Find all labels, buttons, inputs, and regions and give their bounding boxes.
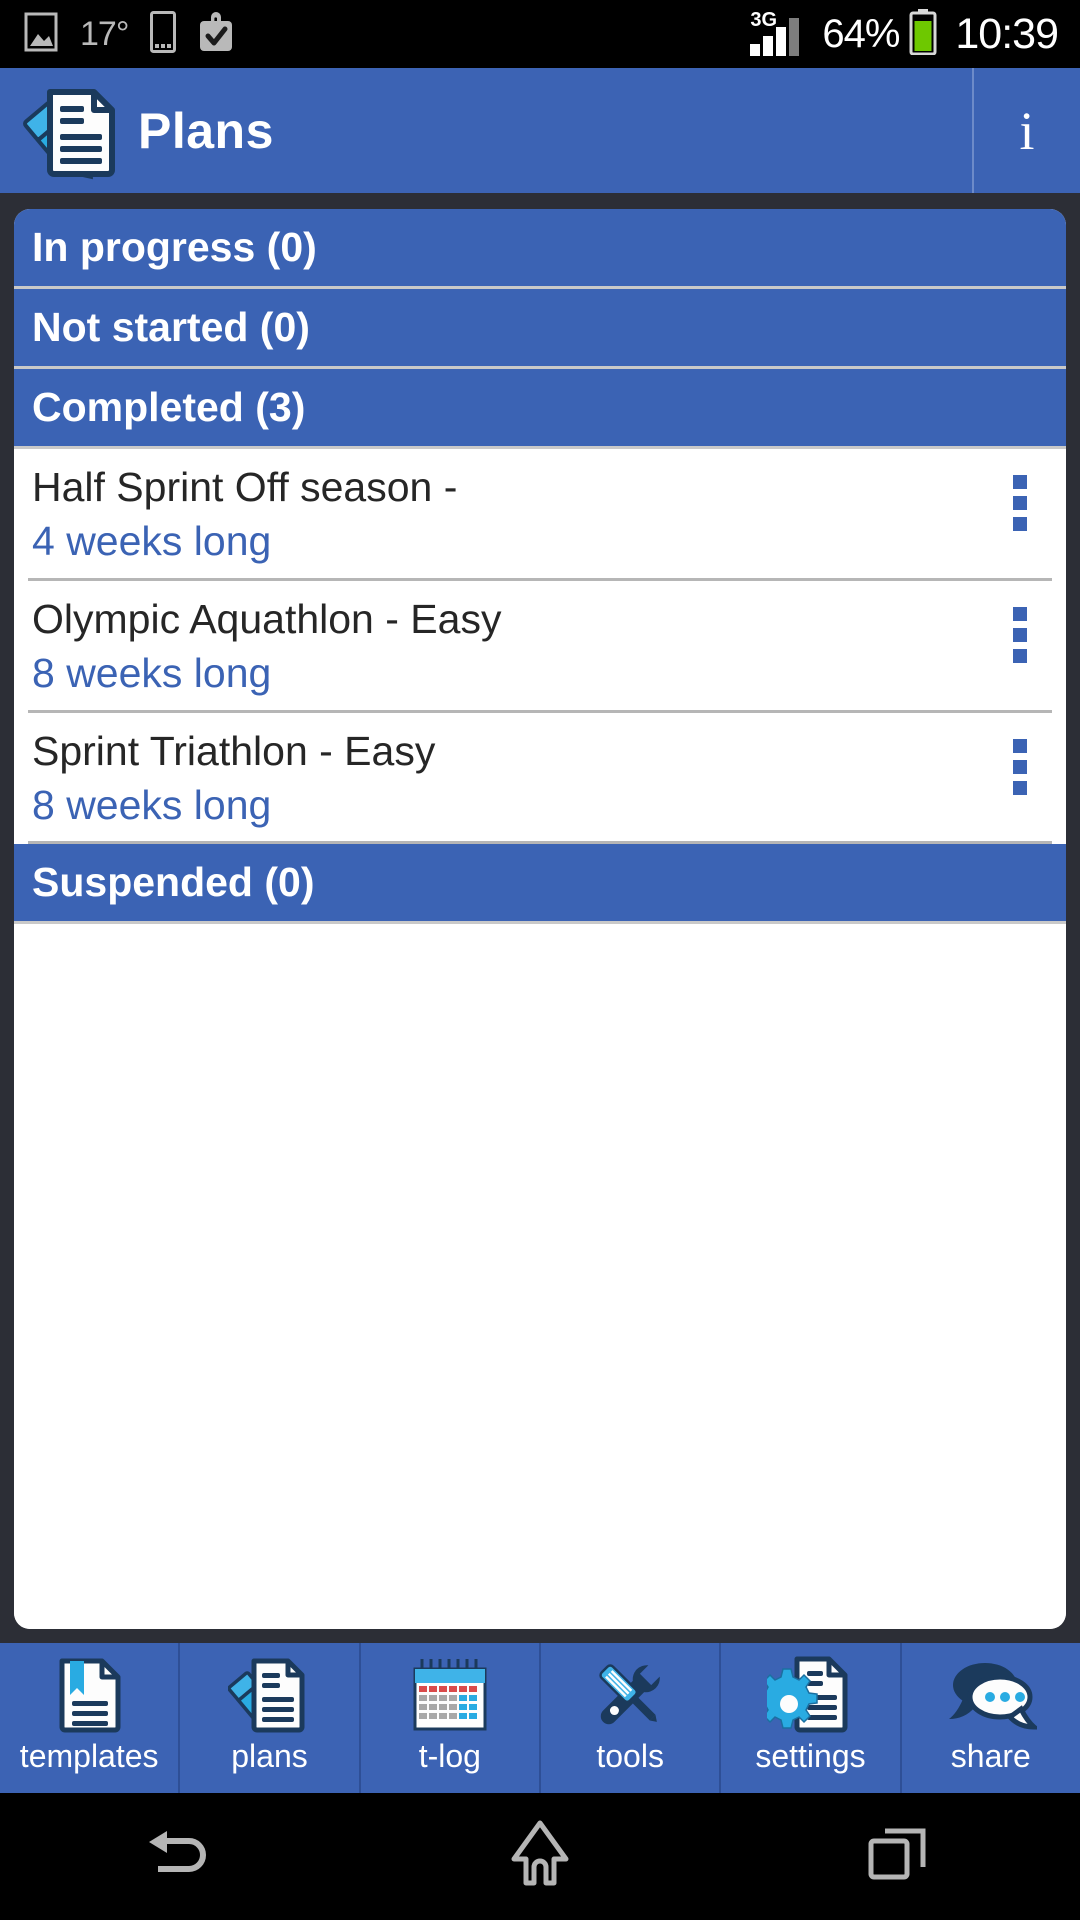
back-arrow-icon — [141, 1823, 219, 1890]
android-navigation-bar — [0, 1793, 1080, 1920]
plans-card: In progress (0) Not started (0) Complete… — [14, 209, 1066, 1629]
battery-percent-label: 64% — [822, 12, 900, 56]
section-header-suspended[interactable]: Suspended (0) — [14, 844, 1066, 925]
wrench-screwdriver-icon — [541, 1652, 719, 1738]
tab-label: templates — [19, 1738, 159, 1774]
three-dots-vertical-icon[interactable] — [988, 595, 1052, 665]
section-header-completed[interactable]: Completed (3) — [14, 369, 1066, 449]
plan-list-item[interactable]: Olympic Aquathlon - Easy 8 weeks long — [28, 581, 1052, 713]
plan-list-item[interactable]: Sprint Triathlon - Easy 8 weeks long — [28, 713, 1052, 845]
plan-duration: 8 weeks long — [32, 650, 272, 697]
plan-list-item[interactable]: Half Sprint Off season - 4 weeks long — [28, 449, 1052, 581]
app-header-title-group: Plans — [0, 68, 972, 193]
plan-duration: 8 weeks long — [32, 781, 272, 828]
recents-icon — [865, 1823, 935, 1890]
back-button[interactable] — [90, 1793, 270, 1920]
plan-title: Olympic Aquathlon - Easy — [32, 595, 502, 642]
tab-templates[interactable]: templates — [0, 1643, 181, 1793]
plan-title: Sprint Triathlon - Easy — [32, 727, 436, 774]
info-button[interactable]: i — [972, 68, 1080, 193]
tab-tools[interactable]: tools — [541, 1643, 722, 1793]
tab-label: t-log — [418, 1738, 481, 1774]
section-header-not-started[interactable]: Not started (0) — [14, 289, 1066, 369]
plans-document-pencil-icon — [16, 76, 120, 185]
tab-label: settings — [755, 1738, 866, 1774]
tab-plans[interactable]: plans — [180, 1643, 361, 1793]
page-title: Plans — [138, 102, 274, 159]
status-bar-right-icons: 3G 64% 10:39 — [750, 8, 1059, 60]
plan-item-text-group: Sprint Triathlon - Easy 8 weeks long — [28, 727, 988, 830]
document-bookmark-icon — [0, 1652, 178, 1738]
recents-button[interactable] — [810, 1793, 990, 1920]
sim-card-icon — [150, 10, 177, 58]
temperature-indicator: 17° — [80, 15, 129, 53]
tab-share[interactable]: share — [902, 1643, 1080, 1793]
info-icon: i — [1019, 100, 1035, 161]
home-icon — [506, 1819, 574, 1894]
document-pencil-icon — [180, 1652, 358, 1738]
content-area: In progress (0) Not started (0) Complete… — [0, 193, 1080, 1643]
tab-settings[interactable]: settings — [721, 1643, 902, 1793]
app-header-bar: Plans i — [0, 68, 1080, 193]
clock-label: 10:39 — [955, 9, 1059, 58]
battery-icon — [909, 8, 937, 60]
plan-duration: 4 weeks long — [32, 518, 272, 565]
gallery-image-icon — [24, 12, 58, 57]
three-dots-vertical-icon[interactable] — [988, 727, 1052, 797]
plan-item-text-group: Olympic Aquathlon - Easy 8 weeks long — [28, 595, 988, 698]
status-bar-left-icons: 17° — [24, 10, 234, 58]
bottom-tab-bar: templates plans t-log tools settings sha… — [0, 1643, 1080, 1793]
calendar-icon — [361, 1652, 539, 1738]
empty-list-space — [14, 924, 1066, 1629]
tab-label: plans — [231, 1738, 308, 1774]
gear-document-icon — [721, 1652, 899, 1738]
tab-label: share — [950, 1738, 1031, 1774]
chat-bubbles-icon — [902, 1652, 1080, 1738]
plan-item-text-group: Half Sprint Off season - 4 weeks long — [28, 463, 988, 566]
status-bar: 17° 3G 64% 10:39 — [0, 0, 1080, 68]
home-button[interactable] — [450, 1793, 630, 1920]
section-header-in-progress[interactable]: In progress (0) — [14, 209, 1066, 289]
briefcase-check-icon — [198, 11, 234, 58]
tab-label: tools — [596, 1738, 664, 1774]
three-dots-vertical-icon[interactable] — [988, 463, 1052, 533]
phone-screen: 17° 3G 64% 10:39 Plans i In progress (0)… — [0, 0, 1080, 1920]
plan-title: Half Sprint Off season - — [32, 464, 458, 510]
tab-t-log[interactable]: t-log — [361, 1643, 541, 1793]
signal-strength-icon: 3G — [750, 9, 808, 56]
